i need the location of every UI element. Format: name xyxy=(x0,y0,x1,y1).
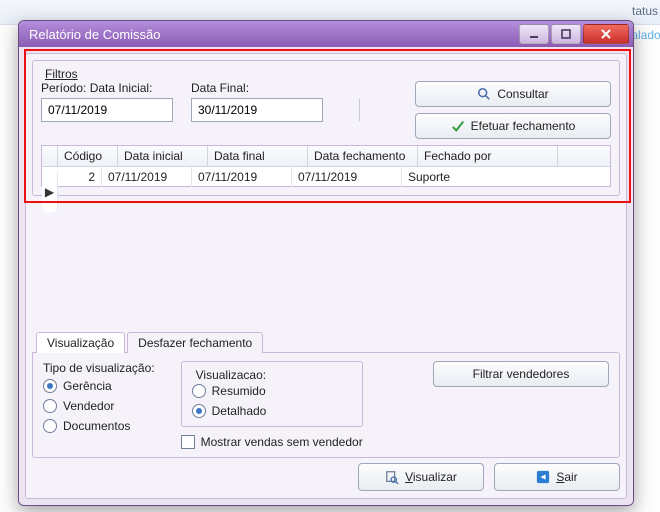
periodo-labels: Período: Data Inicial: xyxy=(41,81,173,95)
col-codigo[interactable]: Código xyxy=(58,146,118,166)
viz-radios: Resumido Detalhado xyxy=(192,384,352,418)
maximize-icon xyxy=(560,28,572,40)
results-grid[interactable]: Código Data inicial Data final Data fech… xyxy=(41,145,611,187)
table-row[interactable]: ▶ 2 07/11/2019 07/11/2019 07/11/2019 Sup… xyxy=(42,167,610,187)
radio-resumido[interactable]: Resumido xyxy=(192,384,352,398)
filters-legend: Filtros xyxy=(41,67,82,81)
main-panel: Filtros Período: Data Inicial: xyxy=(25,53,627,499)
checkbox-label: Mostrar vendas sem vendedor xyxy=(201,435,363,449)
col-data-inicial: Período: Data Inicial: xyxy=(41,81,173,122)
visualization-row: Tipo de visualização: Gerência Vendedor … xyxy=(43,361,609,449)
sair-button[interactable]: Sair xyxy=(494,463,620,491)
periodo-label: Período: xyxy=(41,81,86,95)
data-inicial-input[interactable] xyxy=(41,98,173,122)
col-fechado-por[interactable]: Fechado por xyxy=(418,146,558,166)
cell-data-fechamento: 07/11/2019 xyxy=(292,167,402,187)
filtrar-vendedores-wrap: Filtrar vendedores xyxy=(433,361,609,387)
minimize-icon xyxy=(528,28,540,40)
visualizar-button[interactable]: Visualizar xyxy=(358,463,484,491)
radio-detalhado[interactable]: Detalhado xyxy=(192,404,352,418)
stage: tatus talado Relatório de Comissão xyxy=(0,0,660,512)
col-data-final: Data Final: xyxy=(191,81,323,122)
consultar-label: Consultar xyxy=(497,87,548,101)
bottom-area: Visualização Desfazer fechamento Tipo de… xyxy=(32,331,620,458)
radio-icon xyxy=(43,399,57,413)
window-body: Filtros Período: Data Inicial: xyxy=(19,47,633,505)
tipo-visualizacao-group: Tipo de visualização: Gerência Vendedor … xyxy=(43,361,155,433)
window-buttons xyxy=(519,24,629,44)
checkbox-mostrar-sem-vendedor[interactable]: Mostrar vendas sem vendedor xyxy=(181,435,363,449)
col-data-final[interactable]: Data final xyxy=(208,146,308,166)
data-final-field[interactable] xyxy=(192,103,359,117)
data-final-label: Data Final: xyxy=(191,81,323,95)
checkbox-icon xyxy=(181,435,195,449)
close-icon xyxy=(600,28,612,40)
consultar-button[interactable]: Consultar xyxy=(415,81,611,107)
data-inicial-field[interactable] xyxy=(42,103,209,117)
viz-group-legend: Visualizacao: xyxy=(192,368,271,382)
col-data-inicial[interactable]: Data inicial xyxy=(118,146,208,166)
radio-detalhado-label: Detalhado xyxy=(212,404,267,418)
tabs: Visualização Desfazer fechamento xyxy=(36,331,620,352)
filters-row: Período: Data Inicial: xyxy=(41,81,611,139)
grid-header-row: Código Data inicial Data final Data fech… xyxy=(42,146,610,167)
dialog-window: Relatório de Comissão Filtros xyxy=(18,20,634,506)
radio-vendedor-label: Vendedor xyxy=(63,399,114,413)
viz-groupbox: Visualizacao: Resumido Detalhado xyxy=(181,361,363,427)
visualizar-label: Visualizar xyxy=(405,470,457,484)
col-data-fechamento[interactable]: Data fechamento xyxy=(308,146,418,166)
filters-buttons: Consultar Efetuar fechamento xyxy=(415,81,611,139)
minimize-button[interactable] xyxy=(519,24,549,44)
tab-desfazer-fechamento[interactable]: Desfazer fechamento xyxy=(127,332,263,353)
radio-gerencia[interactable]: Gerência xyxy=(43,379,155,393)
maximize-button[interactable] xyxy=(551,24,581,44)
tab-visualizacao[interactable]: Visualização xyxy=(36,332,125,353)
radio-icon xyxy=(192,404,206,418)
cell-data-inicial: 07/11/2019 xyxy=(102,167,192,187)
visualizacao-subgroup: Visualizacao: Resumido Detalhado Mostrar… xyxy=(181,361,363,449)
data-inicial-label: Data Inicial: xyxy=(90,81,153,95)
exit-icon xyxy=(536,470,550,484)
row-indicator-icon: ▶ xyxy=(42,172,58,212)
check-icon xyxy=(451,119,465,133)
preview-icon xyxy=(385,470,399,484)
filtrar-vendedores-button[interactable]: Filtrar vendedores xyxy=(433,361,609,387)
footer-buttons: Visualizar Sair xyxy=(32,462,620,492)
cell-fechado-por: Suporte xyxy=(402,167,542,187)
titlebar[interactable]: Relatório de Comissão xyxy=(19,21,633,47)
radio-resumido-label: Resumido xyxy=(212,384,266,398)
radio-documentos[interactable]: Documentos xyxy=(43,419,155,433)
radio-vendedor[interactable]: Vendedor xyxy=(43,399,155,413)
efetuar-label: Efetuar fechamento xyxy=(471,119,576,133)
efetuar-fechamento-button[interactable]: Efetuar fechamento xyxy=(415,113,611,139)
data-final-input[interactable] xyxy=(191,98,323,122)
radio-gerencia-label: Gerência xyxy=(63,379,112,393)
period-columns: Período: Data Inicial: xyxy=(41,81,323,122)
filters-fieldset: Filtros Período: Data Inicial: xyxy=(32,60,620,196)
radio-icon xyxy=(192,384,206,398)
sair-label: Sair xyxy=(556,470,577,484)
window-title: Relatório de Comissão xyxy=(29,27,161,42)
bg-text-tatus: tatus xyxy=(632,4,658,18)
radio-documentos-label: Documentos xyxy=(63,419,130,433)
search-icon xyxy=(477,87,491,101)
filtrar-vendedores-label: Filtrar vendedores xyxy=(473,367,570,381)
tab-body: Tipo de visualização: Gerência Vendedor … xyxy=(32,352,620,458)
cell-data-final: 07/11/2019 xyxy=(192,167,292,187)
data-final-picker-button[interactable] xyxy=(359,99,360,121)
tipo-radios: Gerência Vendedor Documentos xyxy=(43,379,155,433)
filters-legend-text: Filtros xyxy=(45,67,78,81)
radio-icon xyxy=(43,419,57,433)
tipo-legend: Tipo de visualização: xyxy=(43,361,155,375)
row-indicator-header xyxy=(42,146,58,166)
close-button[interactable] xyxy=(583,24,629,44)
radio-icon xyxy=(43,379,57,393)
